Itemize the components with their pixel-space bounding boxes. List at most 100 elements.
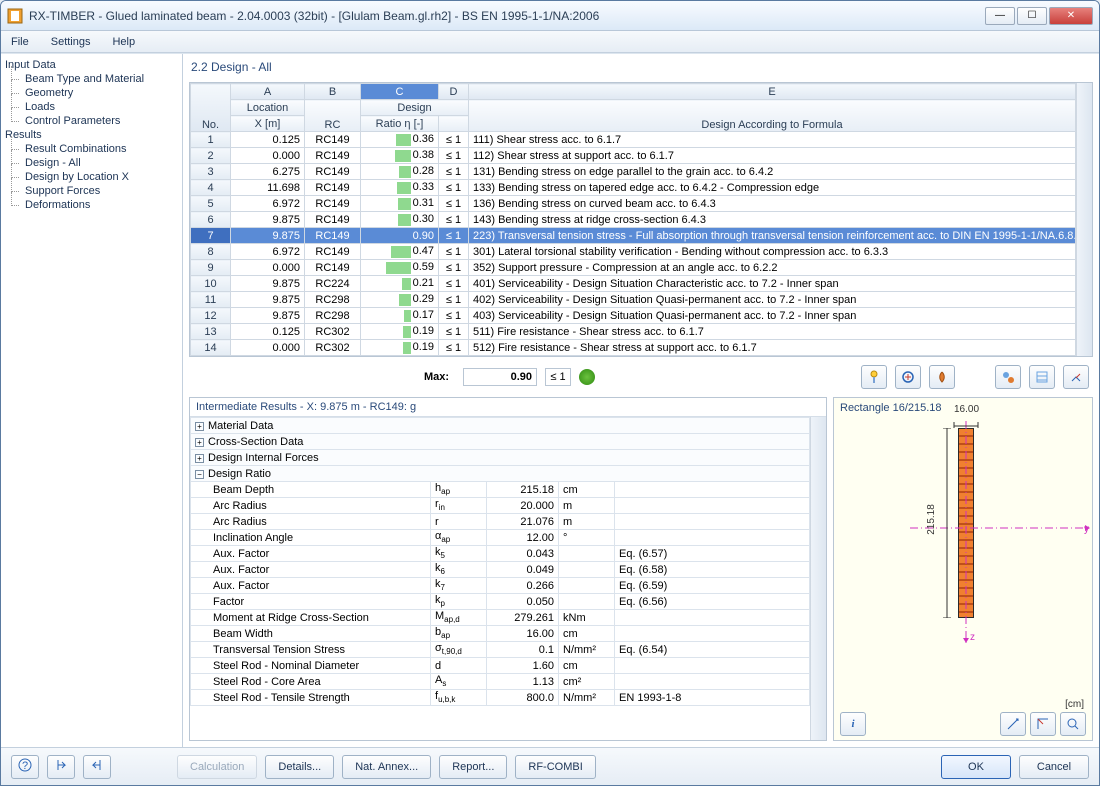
col-design: Design (361, 100, 469, 116)
panel-title: 2.2 Design - All (189, 58, 1093, 78)
app-window: RX-TIMBER - Glued laminated beam - 2.04.… (0, 0, 1100, 786)
group-internal-forces[interactable]: +Design Internal Forces (191, 450, 810, 466)
filter-button-2[interactable] (895, 365, 921, 389)
table-row[interactable]: 129.875RC2980.17≤ 1403) Serviceability -… (191, 308, 1076, 324)
menu-file[interactable]: File (7, 34, 33, 50)
axis-y: y (1084, 524, 1089, 535)
menubar: File Settings Help (1, 31, 1099, 53)
max-row: Max: 0.90 ≤ 1 (189, 361, 1093, 393)
max-value: 0.90 (463, 368, 537, 386)
menu-settings[interactable]: Settings (47, 34, 95, 50)
detail-row: Beam Depthhap215.18cm (191, 482, 810, 498)
detail-row: Steel Rod - Nominal Diameterd1.60cm (191, 658, 810, 674)
tree-support-forces[interactable]: Support Forces (3, 184, 180, 198)
info-button[interactable]: i (840, 712, 866, 736)
dim-height: 215.18 (926, 504, 937, 535)
detail-row: Arc Radiusr21.076m (191, 514, 810, 530)
view-button-3[interactable] (1060, 712, 1086, 736)
nav-next-button[interactable] (83, 755, 111, 779)
col-c[interactable]: C (361, 84, 439, 100)
navigation-tree: Input Data Beam Type and Material Geomet… (1, 54, 183, 747)
detail-row: Aux. Factork50.043Eq. (6.57) (191, 546, 810, 562)
grid-scrollbar[interactable] (1076, 83, 1092, 356)
toolbar-button-2[interactable] (1029, 365, 1055, 389)
detail-row: Inclination Angleαap12.00° (191, 530, 810, 546)
group-design-ratio[interactable]: −Design Ratio (191, 466, 810, 482)
help-button[interactable]: ? (11, 755, 39, 779)
intermediate-results: Intermediate Results - X: 9.875 m - RC14… (189, 397, 827, 741)
status-ok-icon (579, 369, 595, 385)
table-row[interactable]: 130.125RC3020.19≤ 1511) Fire resistance … (191, 324, 1076, 340)
tree-result-combinations[interactable]: Result Combinations (3, 142, 180, 156)
table-row[interactable]: 79.875RC1490.90≤ 1223) Transversal tensi… (191, 228, 1076, 244)
minimize-button[interactable]: — (985, 7, 1015, 25)
table-row[interactable]: 56.972RC1490.31≤ 1136) Bending stress on… (191, 196, 1076, 212)
table-row[interactable]: 10.125RC1490.36≤ 1111) Shear stress acc.… (191, 132, 1076, 148)
col-b[interactable]: B (305, 84, 361, 100)
tree-deformations[interactable]: Deformations (3, 198, 180, 212)
toolbar-button-3[interactable] (1063, 365, 1089, 389)
table-row[interactable]: 86.972RC1490.47≤ 1301) Lateral torsional… (191, 244, 1076, 260)
max-label: Max: (193, 371, 455, 383)
view-button-2[interactable] (1030, 712, 1056, 736)
ok-button[interactable]: OK (941, 755, 1011, 779)
table-row[interactable]: 119.875RC2980.29≤ 1402) Serviceability -… (191, 292, 1076, 308)
intermediate-title: Intermediate Results - X: 9.875 m - RC14… (190, 398, 826, 417)
toolbar-button-1[interactable] (995, 365, 1021, 389)
col-e[interactable]: E (469, 84, 1076, 100)
col-d[interactable]: D (439, 84, 469, 100)
detail-row: Beam Widthbap16.00cm (191, 626, 810, 642)
axis-z: z (970, 632, 975, 643)
col-ratio: Ratio η [-] (361, 116, 439, 132)
rf-combi-button[interactable]: RF-COMBI (515, 755, 595, 779)
col-no: No. (191, 84, 231, 132)
max-limit: ≤ 1 (545, 368, 571, 386)
table-row[interactable]: 90.000RC1490.59≤ 1352) Support pressure … (191, 260, 1076, 276)
detail-row: Arc Radiusrin20.000m (191, 498, 810, 514)
table-row[interactable]: 411.698RC1490.33≤ 1133) Bending stress o… (191, 180, 1076, 196)
tree-control-params[interactable]: Control Parameters (3, 114, 180, 128)
tree-loads[interactable]: Loads (3, 100, 180, 114)
cancel-button[interactable]: Cancel (1019, 755, 1089, 779)
tree-design-all[interactable]: Design - All (3, 156, 180, 170)
design-grid[interactable]: No. A B C D E Location RC Design Design … (189, 82, 1093, 357)
dim-width: 16.00 (954, 404, 979, 415)
details-button[interactable]: Details... (265, 755, 334, 779)
table-row[interactable]: 20.000RC1490.38≤ 1112) Shear stress at s… (191, 148, 1076, 164)
footer: ? Calculation Details... Nat. Annex... R… (1, 747, 1099, 785)
view-button-1[interactable] (1000, 712, 1026, 736)
filter-button-3[interactable] (929, 365, 955, 389)
details-scrollbar[interactable] (810, 417, 826, 740)
col-a[interactable]: A (231, 84, 305, 100)
table-row[interactable]: 36.275RC1490.28≤ 1131) Bending stress on… (191, 164, 1076, 180)
tree-input-data[interactable]: Input Data (3, 58, 180, 72)
close-button[interactable]: ✕ (1049, 7, 1093, 25)
app-icon (7, 8, 23, 24)
calculation-button[interactable]: Calculation (177, 755, 257, 779)
table-row[interactable]: 140.000RC3020.19≤ 1512) Fire resistance … (191, 340, 1076, 356)
tree-results[interactable]: Results (3, 128, 180, 142)
nat-annex-button[interactable]: Nat. Annex... (342, 755, 431, 779)
tree-beam-type[interactable]: Beam Type and Material (3, 72, 180, 86)
window-title: RX-TIMBER - Glued laminated beam - 2.04.… (29, 9, 985, 23)
titlebar: RX-TIMBER - Glued laminated beam - 2.04.… (1, 1, 1099, 31)
col-formula: Design According to Formula (469, 100, 1076, 132)
col-x: X [m] (231, 116, 305, 132)
detail-row: Transversal Tension Stressσt,90,d0.1N/mm… (191, 642, 810, 658)
group-material[interactable]: +Material Data (191, 418, 810, 434)
filter-button-1[interactable] (861, 365, 887, 389)
report-button[interactable]: Report... (439, 755, 507, 779)
table-row[interactable]: 69.875RC1490.30≤ 1143) Bending stress at… (191, 212, 1076, 228)
detail-row: Factorkp0.050Eq. (6.56) (191, 594, 810, 610)
table-row[interactable]: 109.875RC2240.21≤ 1401) Serviceability -… (191, 276, 1076, 292)
detail-row: Steel Rod - Core AreaAs1.13cm² (191, 674, 810, 690)
nav-prev-button[interactable] (47, 755, 75, 779)
group-crosssection[interactable]: +Cross-Section Data (191, 434, 810, 450)
tree-design-by-x[interactable]: Design by Location X (3, 170, 180, 184)
detail-row: Aux. Factork60.049Eq. (6.58) (191, 562, 810, 578)
menu-help[interactable]: Help (108, 34, 139, 50)
col-location: Location (231, 100, 305, 116)
tree-geometry[interactable]: Geometry (3, 86, 180, 100)
maximize-button[interactable]: ☐ (1017, 7, 1047, 25)
col-rc: RC (305, 100, 361, 132)
